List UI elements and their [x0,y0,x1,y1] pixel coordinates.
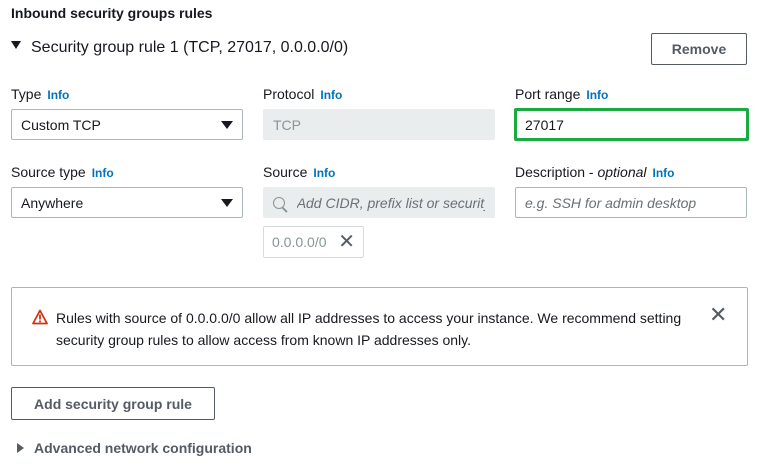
source-type-info-link[interactable]: Info [92,166,114,180]
type-info-link[interactable]: Info [47,88,69,102]
caret-down-icon [11,41,21,49]
source-placeholder: Add CIDR, prefix list or security [296,194,485,211]
protocol-info-link[interactable]: Info [320,88,342,102]
description-placeholder: e.g. SSH for admin desktop [525,194,697,211]
dropdown-arrow-icon [221,198,233,207]
protocol-value: TCP [273,116,301,133]
source-token-value: 0.0.0.0/0 [272,234,327,250]
port-range-label-group: Port range Info [515,86,608,102]
source-type-label: Source type [11,164,86,180]
description-input[interactable]: e.g. SSH for admin desktop [515,187,747,218]
protocol-label-group: Protocol Info [263,86,342,102]
description-label: Description - [515,164,598,180]
rule-title: Security group rule 1 (TCP, 27017, 0.0.0… [31,39,349,56]
rule-expander[interactable]: Security group rule 1 (TCP, 27017, 0.0.0… [11,36,348,60]
description-label-group: Description - optional Info [515,164,675,180]
protocol-label: Protocol [263,86,315,102]
warning-alert: Rules with source of 0.0.0.0/0 allow all… [11,287,748,366]
section-title: Inbound security groups rules [11,5,213,21]
type-select[interactable]: Custom TCP [11,109,243,140]
protocol-field: TCP [263,109,495,140]
description-info-link[interactable]: Info [653,166,675,180]
source-label: Source [263,164,308,180]
add-security-group-rule-button[interactable]: Add security group rule [11,387,215,420]
source-token: 0.0.0.0/0 ✕ [263,226,364,258]
port-range-info-link[interactable]: Info [586,88,608,102]
type-label-group: Type Info [11,86,69,102]
description-optional: optional [597,164,647,180]
advanced-network-configuration-expander[interactable]: Advanced network configuration [17,439,252,457]
advanced-label: Advanced network configuration [34,440,252,456]
source-label-group: Source Info [263,164,335,180]
close-icon[interactable]: ✕ [709,304,727,326]
alert-message: Rules with source of 0.0.0.0/0 allow all… [56,310,682,348]
warning-icon [32,309,48,325]
type-label: Type [11,86,42,102]
remove-button[interactable]: Remove [651,33,747,65]
source-type-select[interactable]: Anywhere [11,187,243,218]
source-input[interactable]: Add CIDR, prefix list or security [263,187,495,218]
port-range-value: 27017 [525,116,564,133]
source-type-label-group: Source type Info [11,164,114,180]
port-range-input[interactable]: 27017 [514,108,749,141]
source-type-value: Anywhere [21,194,84,211]
search-icon [273,196,285,209]
dropdown-arrow-icon [221,120,233,129]
caret-right-icon [17,443,24,453]
source-info-link[interactable]: Info [313,166,335,180]
port-range-label: Port range [515,86,581,102]
type-value: Custom TCP [21,116,101,133]
remove-token-icon[interactable]: ✕ [338,232,355,252]
